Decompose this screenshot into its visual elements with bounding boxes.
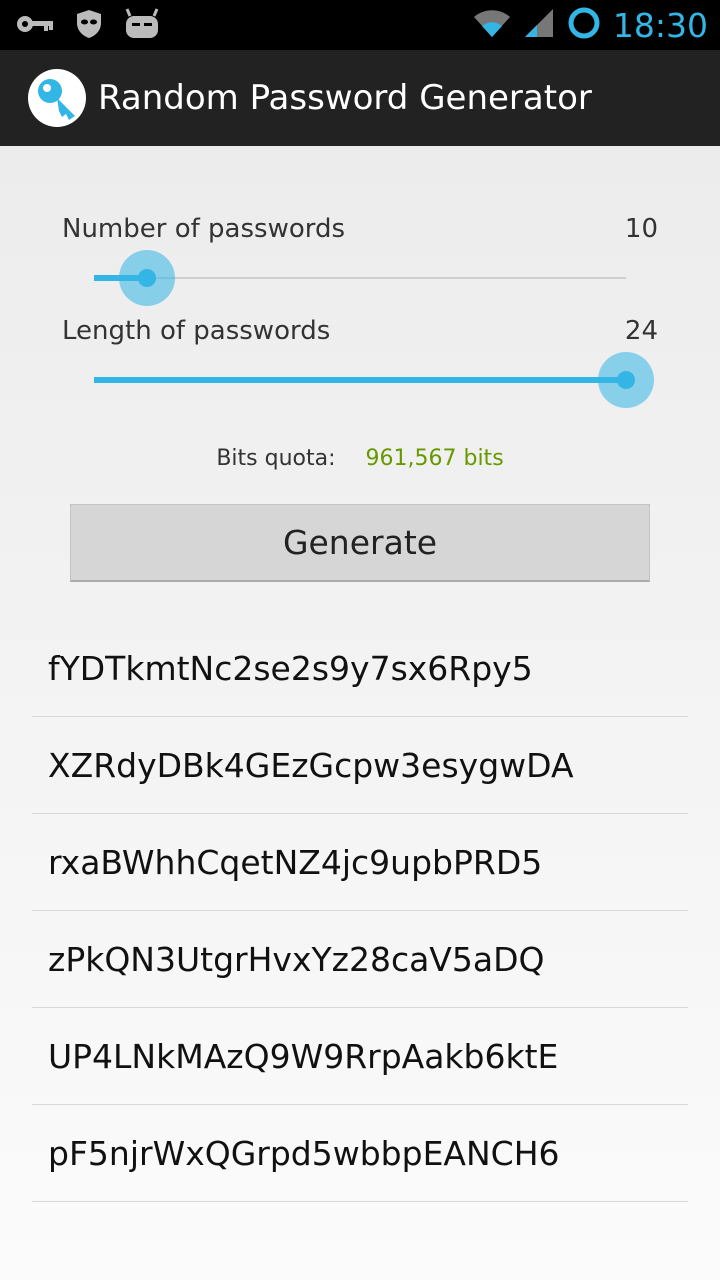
password-item[interactable]: zPkQN3UtgrHvxYz28caV5aDQ: [32, 911, 688, 1008]
action-bar: Random Password Generator: [0, 50, 720, 146]
length-value: 24: [624, 316, 658, 346]
cyanogen-icon: [124, 8, 160, 45]
sync-icon: [567, 6, 601, 45]
password-item[interactable]: pF5njrWxQGrpd5wbbpEANCH6: [32, 1105, 688, 1202]
bits-quota: Bits quota: 961,567 bits: [0, 446, 720, 471]
password-item[interactable]: fYDTkmtNc2se2s9y7sx6Rpy5: [32, 620, 688, 717]
slider-thumb[interactable]: [617, 371, 635, 389]
count-slider[interactable]: [94, 250, 626, 306]
status-bar: 18:30: [0, 0, 720, 50]
password-item[interactable]: UP4LNkMAzQ9W9RrpAakb6ktE: [32, 1008, 688, 1105]
password-item[interactable]: XZRdyDBk4GEzGcpw3esygwDA: [32, 717, 688, 814]
main-content: Number of passwords 10 Length of passwor…: [0, 146, 720, 1280]
length-slider[interactable]: [94, 352, 654, 408]
key-icon: [16, 14, 54, 39]
clock: 18:30: [612, 5, 708, 45]
quota-label: Bits quota:: [216, 446, 336, 471]
quota-value: 961,567 bits: [365, 446, 504, 471]
count-row: Number of passwords 10: [62, 214, 658, 244]
app-title: Random Password Generator: [98, 78, 592, 118]
password-item[interactable]: rxaBWhhCqetNZ4jc9upbPRD5: [32, 814, 688, 911]
privacy-guard-icon: [76, 9, 102, 44]
length-row: Length of passwords 24: [62, 316, 658, 346]
slider-fill: [94, 377, 626, 383]
count-value: 10: [624, 214, 658, 244]
key-app-icon[interactable]: [28, 69, 86, 127]
generate-button[interactable]: Generate: [70, 504, 650, 582]
length-label: Length of passwords: [62, 316, 331, 346]
wifi-icon: [473, 8, 511, 43]
password-list: fYDTkmtNc2se2s9y7sx6Rpy5 XZRdyDBk4GEzGcp…: [32, 620, 688, 1202]
signal-icon: [523, 7, 555, 44]
count-label: Number of passwords: [62, 214, 346, 244]
